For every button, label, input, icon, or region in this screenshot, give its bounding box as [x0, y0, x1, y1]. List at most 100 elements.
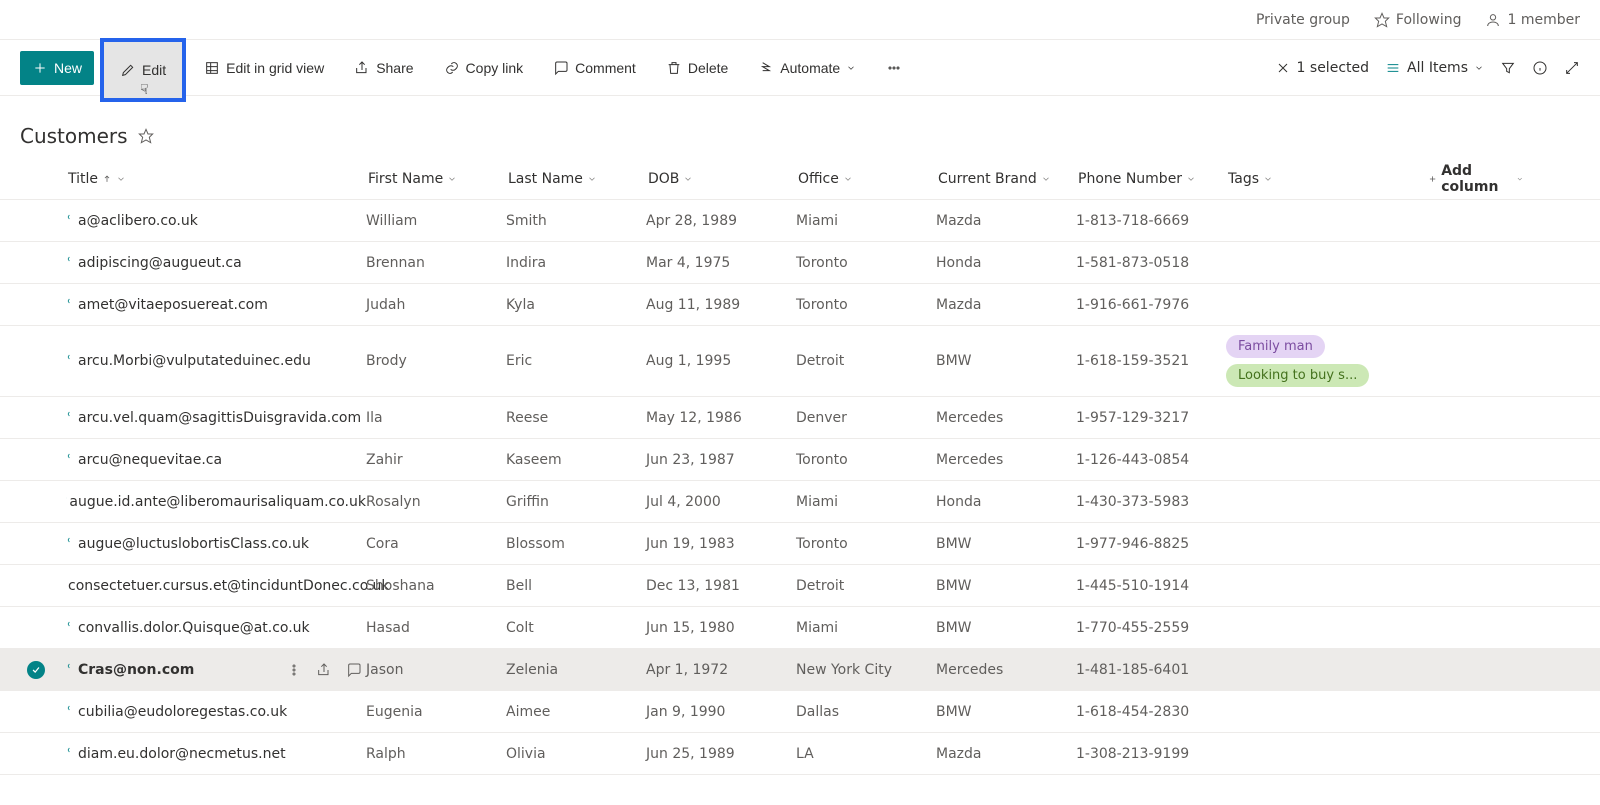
row-title-text: augue.id.ante@liberomaurisaliquam.co.uk: [69, 494, 366, 510]
tag-pill[interactable]: Looking to buy s...: [1226, 364, 1369, 387]
column-header-brand[interactable]: Current Brand: [936, 167, 1076, 191]
row-title-cell[interactable]: arcu@nequevitae.ca: [66, 452, 366, 468]
row-brand: BMW: [936, 353, 1076, 369]
table-row[interactable]: diam.eu.dolor@necmetus.netRalphOliviaJun…: [0, 733, 1600, 775]
row-office: New York City: [796, 662, 936, 678]
favorite-star-icon[interactable]: [138, 128, 154, 144]
row-title-text: Cras@non.com: [78, 662, 194, 678]
item-indicator-icon: [66, 703, 76, 713]
comment-button[interactable]: Comment: [541, 51, 648, 85]
tag-pill[interactable]: Family man: [1226, 335, 1325, 358]
page-title: Customers: [20, 124, 128, 148]
group-privacy: Private group: [1256, 12, 1350, 28]
column-header-last-name[interactable]: Last Name: [506, 167, 646, 191]
row-tags: [1226, 299, 1426, 311]
item-indicator-icon: [66, 409, 76, 419]
row-title-cell[interactable]: a@aclibero.co.uk: [66, 213, 366, 229]
row-dob: Mar 4, 1975: [646, 255, 796, 271]
delete-button[interactable]: Delete: [654, 51, 740, 85]
automate-button[interactable]: Automate: [746, 51, 868, 85]
row-brand: Mercedes: [936, 662, 1076, 678]
row-title-cell[interactable]: convallis.dolor.Quisque@at.co.uk: [66, 620, 366, 636]
row-tags: [1226, 454, 1426, 466]
column-header-dob[interactable]: DOB: [646, 167, 796, 191]
edit-grid-label: Edit in grid view: [226, 60, 324, 76]
row-tags: [1226, 538, 1426, 550]
row-phone: 1-916-661-7976: [1076, 297, 1226, 313]
view-switcher[interactable]: All Items: [1385, 60, 1484, 76]
chevron-down-icon: [846, 63, 856, 73]
share-button[interactable]: Share: [342, 51, 425, 85]
row-last-name: Reese: [506, 410, 646, 426]
info-icon: [1532, 60, 1548, 76]
row-brand: Mazda: [936, 297, 1076, 313]
row-title-cell[interactable]: arcu.vel.quam@sagittisDuisgravida.com: [66, 410, 366, 426]
row-title-cell[interactable]: augue.id.ante@liberomaurisaliquam.co.uk: [66, 494, 366, 510]
ellipsis-vertical-icon[interactable]: [286, 662, 302, 678]
row-office: Toronto: [796, 297, 936, 313]
chevron-down-icon: [447, 174, 457, 184]
share-icon: [354, 60, 370, 76]
row-title-cell[interactable]: amet@vitaeposuereat.com: [66, 297, 366, 313]
table-row[interactable]: consectetuer.cursus.et@tinciduntDonec.co…: [0, 565, 1600, 607]
row-title-cell[interactable]: consectetuer.cursus.et@tinciduntDonec.co…: [66, 578, 366, 594]
column-header-phone[interactable]: Phone Number: [1076, 167, 1226, 191]
table-row[interactable]: a@aclibero.co.ukWilliamSmithApr 28, 1989…: [0, 200, 1600, 242]
row-title-cell[interactable]: augue@luctuslobortisClass.co.uk: [66, 536, 366, 552]
chevron-down-icon: [1263, 174, 1273, 184]
table-row[interactable]: convallis.dolor.Quisque@at.co.ukHasadCol…: [0, 607, 1600, 649]
column-header-first-name[interactable]: First Name: [366, 167, 506, 191]
row-select-cell[interactable]: [6, 661, 66, 679]
row-phone: 1-126-443-0854: [1076, 452, 1226, 468]
edit-button-highlight: Edit ☟: [100, 38, 186, 102]
table-row[interactable]: augue@luctuslobortisClass.co.ukCoraBloss…: [0, 523, 1600, 565]
comment-icon[interactable]: [346, 662, 362, 678]
clear-selection[interactable]: 1 selected: [1275, 60, 1369, 76]
table-row[interactable]: arcu.vel.quam@sagittisDuisgravida.comIla…: [0, 397, 1600, 439]
table-row[interactable]: Cras@non.com JasonZeleniaApr 1, 1972New …: [0, 649, 1600, 691]
following-indicator[interactable]: Following: [1374, 12, 1462, 28]
row-title-cell[interactable]: Cras@non.com: [66, 662, 366, 678]
item-indicator-icon: [66, 212, 76, 222]
row-title-cell[interactable]: arcu.Morbi@vulputateduinec.edu: [66, 353, 366, 369]
expand-icon: [1564, 60, 1580, 76]
column-header-tags[interactable]: Tags: [1226, 167, 1426, 191]
row-title-text: arcu@nequevitae.ca: [78, 452, 222, 468]
members-count[interactable]: 1 member: [1485, 12, 1580, 28]
row-first-name: Brennan: [366, 255, 506, 271]
share-icon[interactable]: [316, 662, 332, 678]
table-row[interactable]: adipiscing@augueut.caBrennanIndiraMar 4,…: [0, 242, 1600, 284]
column-header-title[interactable]: Title: [66, 167, 366, 191]
row-title-cell[interactable]: diam.eu.dolor@necmetus.net: [66, 746, 366, 762]
table-row[interactable]: arcu.Morbi@vulputateduinec.eduBrodyEricA…: [0, 326, 1600, 397]
add-column-button[interactable]: Add column: [1426, 159, 1594, 199]
new-button[interactable]: New: [20, 51, 94, 85]
row-office: Dallas: [796, 704, 936, 720]
info-pane-button[interactable]: [1532, 60, 1548, 76]
filter-button[interactable]: [1500, 60, 1516, 76]
table-row[interactable]: arcu@nequevitae.caZahirKaseemJun 23, 198…: [0, 439, 1600, 481]
copy-link-button[interactable]: Copy link: [432, 51, 536, 85]
overflow-button[interactable]: [874, 51, 914, 85]
column-title-label: Title: [68, 171, 98, 187]
plus-icon: [32, 60, 48, 76]
row-title-cell[interactable]: adipiscing@augueut.ca: [66, 255, 366, 271]
table-row[interactable]: amet@vitaeposuereat.comJudahKylaAug 11, …: [0, 284, 1600, 326]
row-title-cell[interactable]: cubilia@eudoloregestas.co.uk: [66, 704, 366, 720]
row-brand: Mercedes: [936, 410, 1076, 426]
edit-grid-button[interactable]: Edit in grid view: [192, 51, 336, 85]
row-last-name: Kyla: [506, 297, 646, 313]
table-row[interactable]: cubilia@eudoloregestas.co.ukEugeniaAimee…: [0, 691, 1600, 733]
table-row[interactable]: augue.id.ante@liberomaurisaliquam.co.ukR…: [0, 481, 1600, 523]
column-header-office[interactable]: Office: [796, 167, 936, 191]
row-phone: 1-445-510-1914: [1076, 578, 1226, 594]
command-bar: New Edit ☟ Edit in grid view Share Copy …: [0, 40, 1600, 96]
pencil-icon: [120, 62, 136, 78]
row-first-name: Brody: [366, 353, 506, 369]
expand-button[interactable]: [1564, 60, 1580, 76]
row-tags: [1226, 748, 1426, 760]
column-last-name-label: Last Name: [508, 171, 583, 187]
row-first-name: Rosalyn: [366, 494, 506, 510]
item-indicator-icon: [66, 661, 76, 671]
row-dob: Jun 23, 1987: [646, 452, 796, 468]
